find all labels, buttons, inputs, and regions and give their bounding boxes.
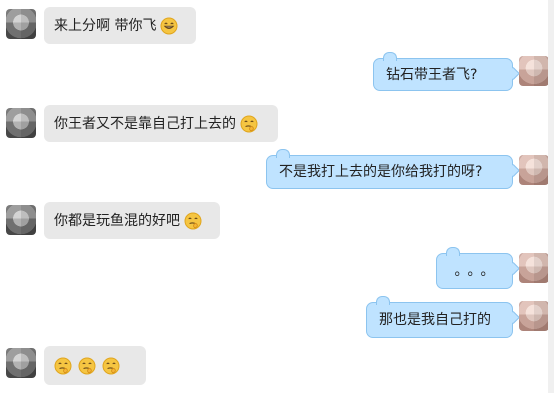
user-avatar[interactable] (519, 253, 549, 283)
chat-conversation: 来上分啊 带你飞 钻石带王者飞? 你王者又不是靠自己打上去的 不是我打上去的是你… (0, 0, 554, 393)
user-avatar[interactable] (519, 56, 549, 86)
message-text-1: 来上分啊 带你飞 (54, 17, 157, 34)
contact-avatar[interactable] (6, 9, 36, 39)
message-text-3: 你王者又不是靠自己打上去的 (54, 115, 236, 132)
contact-avatar[interactable] (6, 108, 36, 138)
scrollbar-track[interactable] (548, 0, 554, 393)
message-bubble-7: 那也是我自己打的 (366, 296, 513, 338)
message-text-5: 你都是玩鱼混的好吧 (54, 212, 180, 229)
thinking-face-icon (184, 212, 202, 230)
thinking-face-icon (54, 357, 72, 375)
contact-avatar[interactable] (6, 205, 36, 235)
message-bubble-2: 钻石带王者飞? (373, 52, 513, 91)
message-text-7: 那也是我自己打的 (379, 312, 491, 328)
thinking-face-icon (78, 357, 96, 375)
message-bubble-8 (44, 346, 146, 385)
message-bubble-3: 你王者又不是靠自己打上去的 (44, 105, 278, 142)
message-bubble-6: 。。。 (436, 247, 513, 289)
message-text-2: 钻石带王者飞? (386, 66, 478, 83)
message-bubble-1: 来上分啊 带你飞 (44, 7, 196, 44)
user-avatar[interactable] (519, 155, 549, 185)
thinking-face-icon (240, 115, 258, 133)
message-bubble-4: 不是我打上去的是你给我打的呀? (266, 149, 513, 189)
message-text-6: 。。。 (454, 263, 501, 279)
thinking-face-icon (102, 357, 120, 375)
grinning-face-icon (160, 17, 178, 35)
user-avatar[interactable] (519, 301, 549, 331)
contact-avatar[interactable] (6, 348, 36, 378)
message-bubble-5: 你都是玩鱼混的好吧 (44, 202, 220, 239)
message-text-4: 不是我打上去的是你给我打的呀? (279, 164, 483, 180)
emoji-row (54, 357, 120, 375)
